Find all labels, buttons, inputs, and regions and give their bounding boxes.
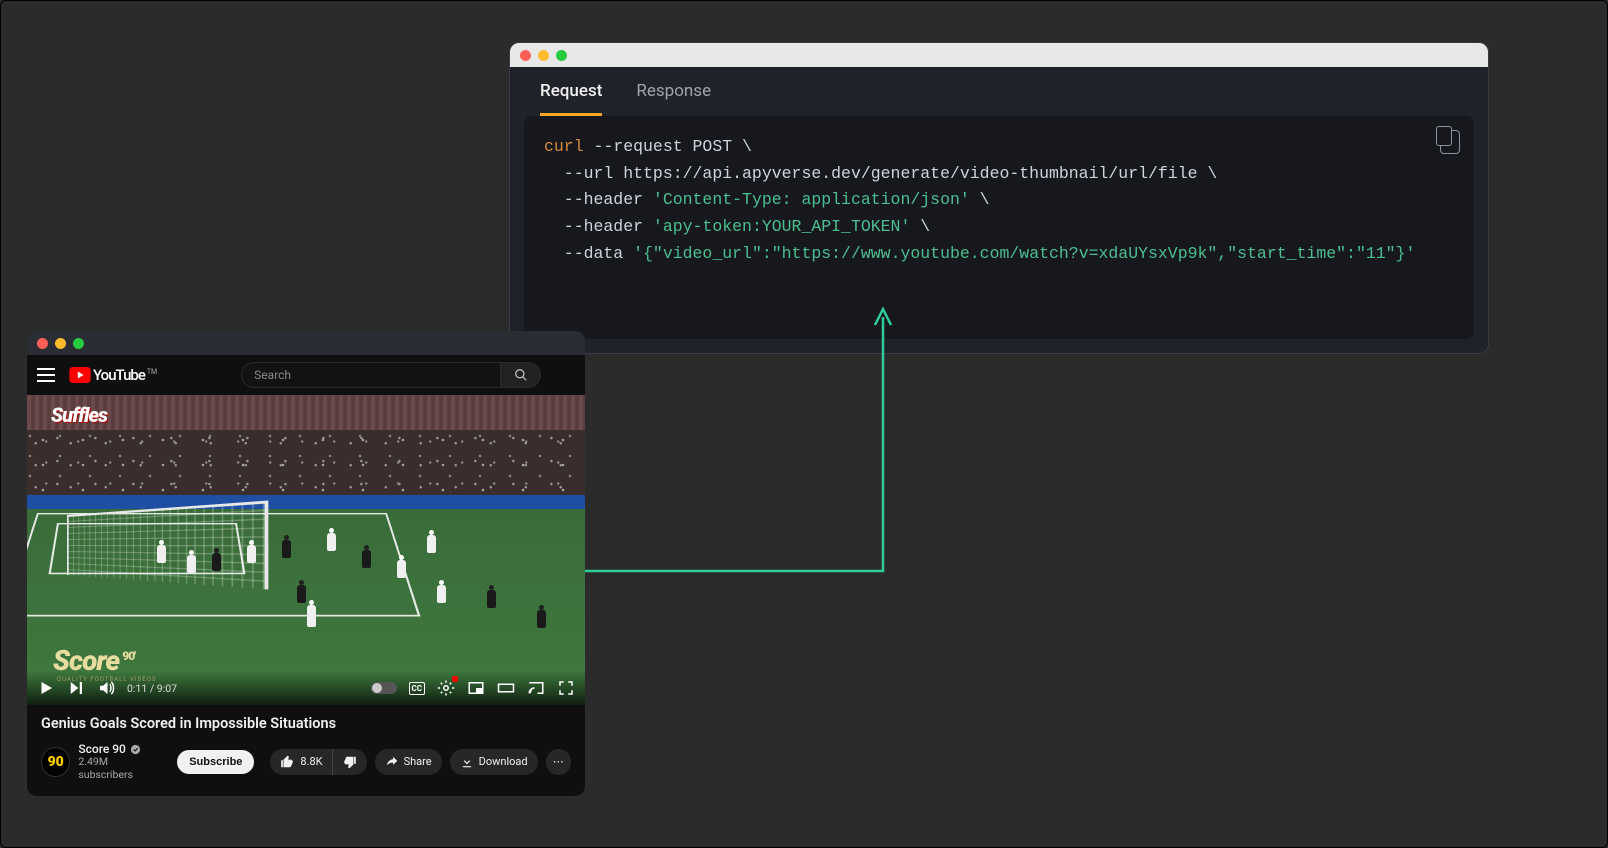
thumbs-up-icon bbox=[280, 755, 294, 769]
video-time: 0:11 / 9:07 bbox=[127, 682, 177, 695]
video-controls: 0:11 / 9:07 CC bbox=[27, 671, 585, 705]
close-icon[interactable] bbox=[520, 50, 531, 61]
code-l3c: \ bbox=[970, 190, 990, 209]
volume-icon[interactable] bbox=[97, 679, 115, 697]
maximize-icon[interactable] bbox=[73, 338, 84, 349]
mac-titlebar bbox=[510, 43, 1488, 67]
video-player[interactable]: Suffles Score90' QUALITY FOOTBALL VIDEOS bbox=[27, 395, 585, 705]
channel-info: Score 90 2.49M subscribers bbox=[78, 742, 163, 782]
search-input[interactable]: Search bbox=[241, 362, 501, 388]
download-button[interactable]: Download bbox=[450, 749, 538, 775]
mac-titlebar bbox=[27, 331, 585, 355]
minimize-icon[interactable] bbox=[538, 50, 549, 61]
autoplay-toggle[interactable] bbox=[371, 682, 397, 694]
verified-icon bbox=[130, 744, 141, 755]
search-icon bbox=[514, 368, 528, 382]
search-wrap: Search bbox=[241, 362, 541, 388]
more-button[interactable]: ⋯ bbox=[546, 749, 571, 775]
tab-response[interactable]: Response bbox=[636, 81, 711, 116]
channel-name[interactable]: Score 90 bbox=[78, 742, 163, 756]
code-l5b: '{"video_url":"https://www.youtube.com/w… bbox=[633, 244, 1415, 263]
video-frame: Suffles Score90' QUALITY FOOTBALL VIDEOS bbox=[27, 395, 585, 705]
channel-avatar[interactable]: 90 bbox=[41, 747, 70, 777]
copy-button[interactable] bbox=[1440, 130, 1460, 154]
maximize-icon[interactable] bbox=[556, 50, 567, 61]
code-l4c: \ bbox=[910, 217, 930, 236]
youtube-logo[interactable]: YouTube TM bbox=[69, 366, 157, 384]
share-icon bbox=[385, 755, 399, 769]
tab-request[interactable]: Request bbox=[540, 81, 602, 116]
code-l5a: --data bbox=[544, 244, 633, 263]
youtube-header: YouTube TM Search bbox=[27, 355, 585, 395]
youtube-window: YouTube TM Search Suffles bbox=[27, 331, 585, 796]
code-l1: --request POST \ bbox=[584, 137, 752, 156]
menu-icon[interactable] bbox=[37, 368, 55, 382]
code-l4b: 'apy-token:YOUR_API_TOKEN' bbox=[653, 217, 910, 236]
code-l3a: --header bbox=[544, 190, 653, 209]
fullscreen-icon[interactable] bbox=[557, 679, 575, 697]
captions-icon[interactable]: CC bbox=[409, 682, 425, 695]
close-icon[interactable] bbox=[37, 338, 48, 349]
subscriber-count: 2.49M subscribers bbox=[78, 756, 163, 781]
code-l3b: 'Content-Type: application/json' bbox=[653, 190, 970, 209]
api-request-window: Request Response curl --request POST \ -… bbox=[509, 42, 1489, 354]
download-icon bbox=[460, 755, 474, 769]
video-meta: Genius Goals Scored in Impossible Situat… bbox=[27, 705, 585, 796]
code-block: curl --request POST \ --url https://api.… bbox=[524, 116, 1474, 339]
share-button[interactable]: Share bbox=[375, 749, 442, 775]
like-button[interactable]: 8.8K bbox=[270, 749, 332, 775]
code-cmd: curl bbox=[544, 137, 584, 156]
api-tabs: Request Response bbox=[510, 67, 1488, 116]
code-l2: --url https://api.apyverse.dev/generate/… bbox=[544, 164, 1217, 183]
next-icon[interactable] bbox=[67, 679, 85, 697]
like-count: 8.8K bbox=[300, 755, 322, 768]
thumbs-down-icon bbox=[343, 755, 357, 769]
like-dislike-group: 8.8K bbox=[270, 749, 366, 775]
search-button[interactable] bbox=[501, 362, 541, 388]
play-icon[interactable] bbox=[37, 679, 55, 697]
video-action-row: 90 Score 90 2.49M subscribers Subscribe … bbox=[41, 742, 571, 782]
miniplayer-icon[interactable] bbox=[467, 679, 485, 697]
settings-icon[interactable] bbox=[437, 679, 455, 697]
dislike-button[interactable] bbox=[332, 749, 367, 775]
youtube-tm: TM bbox=[147, 368, 157, 376]
stadium-brand: Suffles bbox=[51, 403, 107, 427]
video-title: Genius Goals Scored in Impossible Situat… bbox=[41, 715, 571, 732]
code-l4a: --header bbox=[544, 217, 653, 236]
cast-icon[interactable] bbox=[527, 679, 545, 697]
theater-icon[interactable] bbox=[497, 679, 515, 697]
subscribe-button[interactable]: Subscribe bbox=[177, 750, 254, 774]
minimize-icon[interactable] bbox=[55, 338, 66, 349]
youtube-logo-text: YouTube bbox=[93, 366, 145, 384]
